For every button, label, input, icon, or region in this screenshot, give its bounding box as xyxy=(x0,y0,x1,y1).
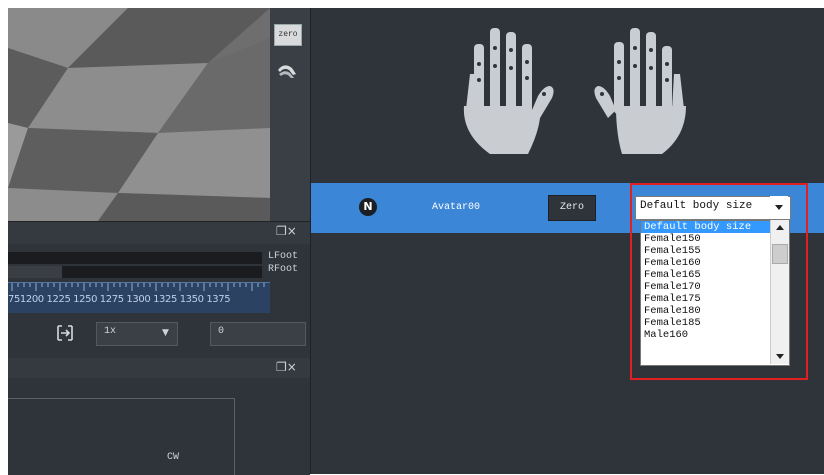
ruler-frame-numbers: 751200 1225 1250 1275 1300 1325 1350 137… xyxy=(8,294,231,305)
checkered-floor xyxy=(8,8,310,221)
chevron-down-icon[interactable]: ▼ xyxy=(162,328,169,338)
cw-label: CW xyxy=(167,452,180,463)
fit-range-icon[interactable] xyxy=(52,321,78,345)
dock-float-close-icons[interactable]: ❐× xyxy=(276,224,297,238)
track-label-lfoot: LFoot xyxy=(268,251,299,262)
pose-icon[interactable] xyxy=(276,60,298,82)
dock-float-close-icons[interactable]: ❐× xyxy=(276,360,297,374)
annotation-highlight-box xyxy=(630,183,808,380)
avatar-name: Avatar00 xyxy=(432,202,481,213)
hands-diagram xyxy=(440,14,710,164)
avatar-status-badge: N xyxy=(359,198,377,216)
frame-number-value: 0 xyxy=(218,326,225,337)
track-rfoot-segment xyxy=(8,266,62,278)
zero-pose-button[interactable]: zero xyxy=(274,24,302,46)
track-label-rfoot: RFoot xyxy=(268,264,299,275)
bottom-panel-header: ❐× xyxy=(8,358,310,378)
right-hand-icon xyxy=(594,28,686,154)
timeline-header: ❐× xyxy=(8,221,310,244)
frame-number-field[interactable] xyxy=(210,322,306,346)
playback-speed-value: 1x xyxy=(104,326,117,337)
track-lfoot-bar[interactable] xyxy=(8,252,262,264)
bottom-panel-frame xyxy=(8,398,235,475)
ruler-ticks xyxy=(11,283,265,291)
zero-button[interactable]: Zero xyxy=(548,195,596,221)
left-hand-icon xyxy=(463,28,554,154)
3d-viewport[interactable] xyxy=(8,8,310,221)
